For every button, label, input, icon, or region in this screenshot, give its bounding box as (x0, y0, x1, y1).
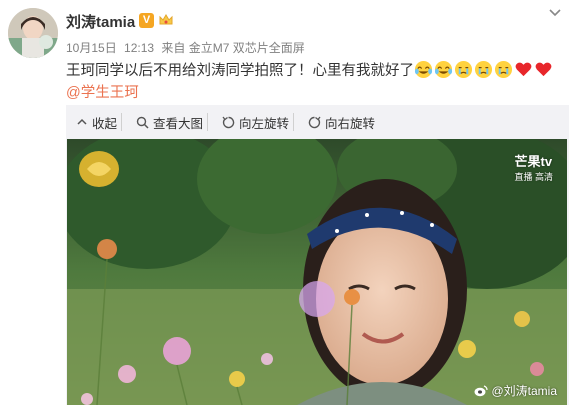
channel-sub-text: 直播 高清 (514, 172, 553, 182)
tear-emoji (454, 60, 473, 79)
post-source: 来自 金立M7 双芯片全面屏 (161, 41, 305, 55)
post-photo[interactable]: 芒果tv 直播 高清 @刘涛tamia (67, 139, 567, 405)
collapse-icon (77, 118, 87, 125)
watermark-text: @刘涛tamia (491, 384, 557, 398)
crown-icon (158, 12, 174, 28)
image-toolbar: 收起 查看大图 向左旋转 向右旋转 (66, 105, 569, 139)
rotate-left-button[interactable]: 向左旋转 (207, 113, 293, 131)
post-text: 王珂同学以后不用给刘涛同学拍照了！心里有我就好了 @学生王珂 (66, 60, 561, 104)
rotate-left-icon (222, 116, 235, 128)
post-meta: 10月15日 12:13 来自 金立M7 双芯片全面屏 (66, 39, 309, 56)
post-date[interactable]: 10月15日 (66, 41, 117, 55)
channel-logo: 芒果tv 直播 高清 (514, 151, 553, 183)
view-full-button[interactable]: 查看大图 (121, 113, 207, 131)
post-time[interactable]: 12:13 (124, 41, 154, 55)
mango-logo-icon (79, 151, 119, 187)
rotate-right-button[interactable]: 向右旋转 (293, 113, 379, 131)
collapse-label: 收起 (92, 116, 118, 131)
rotate-left-label: 向左旋转 (239, 116, 290, 131)
search-icon (136, 116, 149, 129)
mention-link[interactable]: @学生王珂 (66, 85, 139, 101)
laugh-cry-emoji (434, 60, 453, 79)
weibo-icon (474, 384, 489, 396)
post-body: 王珂同学以后不用给刘涛同学拍照了！心里有我就好了 (66, 63, 414, 79)
chevron-down-icon[interactable] (548, 6, 562, 20)
username[interactable]: 刘涛tamia (66, 11, 135, 32)
view-full-label: 查看大图 (153, 116, 204, 131)
v-badge-icon: V (139, 13, 154, 28)
heart-emoji (515, 62, 532, 77)
tear-emoji (494, 60, 513, 79)
rotate-right-icon (308, 116, 321, 128)
channel-logo-text: 芒果tv (514, 154, 553, 169)
tear-emoji (474, 60, 493, 79)
avatar[interactable] (8, 8, 58, 58)
heart-emoji (535, 62, 552, 77)
laugh-cry-emoji (414, 60, 433, 79)
rotate-right-label: 向右旋转 (325, 116, 376, 131)
collapse-button[interactable]: 收起 (66, 113, 121, 131)
photo-watermark: @刘涛tamia (474, 382, 557, 399)
post-header: 刘涛tamia V 10月15日 12:13 来自 金立M7 双芯片全面屏 王珂… (0, 0, 569, 105)
media-area: 收起 查看大图 向左旋转 向右旋转 芒果tv 直播 高清 @刘涛tamia (66, 105, 569, 405)
